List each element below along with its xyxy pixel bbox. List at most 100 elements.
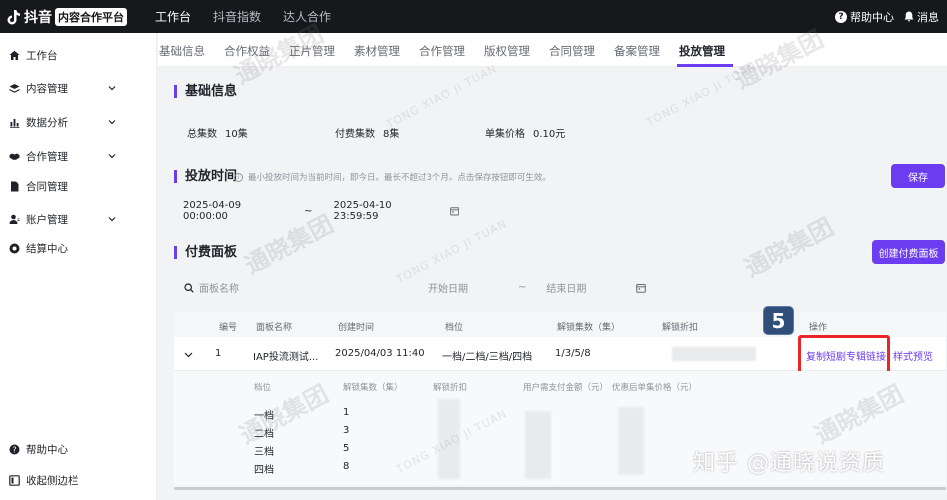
sidebar-item-contract[interactable]: 合同管理 (0, 175, 157, 197)
start-date-placeholder[interactable]: 开始日期 (428, 280, 468, 295)
tab-episodes[interactable]: 正片管理 (289, 43, 335, 59)
paid-panel-title: 付费面板 (174, 246, 237, 259)
basic-info-title: 基础信息 (174, 85, 237, 98)
home-icon (9, 50, 20, 60)
logo-badge: 内容合作平台 (55, 7, 127, 26)
col-discount: 解锁折扣 (662, 323, 699, 333)
main-content: 基础信息 总集数 10集 付费集数 8集 单集价格 0.10元 投放时间 i 最小投放… (158, 67, 947, 500)
handshake-icon (9, 153, 20, 160)
sidebar-item-label: 工作台 (26, 49, 58, 62)
sub-row-tier: 二档 (254, 429, 274, 440)
sub-col-episodes: 解锁集数（集） (343, 383, 403, 393)
chevron-down-icon[interactable] (184, 350, 193, 359)
calendar-icon (449, 207, 459, 216)
sidebar-collapse[interactable]: 收起侧边栏 (0, 469, 157, 491)
user-icon (9, 214, 20, 224)
topnav-creator-coop[interactable]: 达人合作 (283, 8, 331, 25)
top-nav: 工作台 抖音指数 达人合作 (155, 8, 353, 25)
topnav-workbench[interactable]: 工作台 (155, 8, 191, 25)
blurred-discount (672, 347, 756, 361)
calendar-icon (636, 283, 647, 293)
panel-date-range[interactable]: 开始日期 ~ 结束日期 (419, 275, 656, 300)
chevron-down-icon (108, 86, 116, 91)
sub-row-eps: 8 (343, 461, 350, 472)
create-panel-button[interactable]: 创建付费面板 (872, 240, 945, 264)
douyin-logo-icon (6, 9, 20, 25)
document-icon (11, 181, 19, 191)
panel-name-search[interactable]: 面板名称 (174, 275, 411, 300)
sidebar-item-label: 账户管理 (26, 213, 68, 226)
sub-col-amount: 用户需支付金额（元） (523, 383, 609, 393)
blurred-amount-column (525, 411, 551, 479)
zhihu-watermark: 知乎 @通晓说资质 (693, 451, 885, 476)
horizontal-scrollbar[interactable] (174, 487, 946, 490)
paid-episodes: 付费集数 8集 (335, 129, 400, 140)
date-separator: ~ (518, 282, 527, 293)
col-name: 面板名称 (256, 323, 293, 333)
schedule-date-range[interactable]: 2025-04-09 00:00:00 ~ 2025-04-10 23:59:5… (174, 199, 459, 223)
sidebar-help-label: 帮助中心 (26, 443, 68, 456)
top-right: ? 帮助中心 消息 (825, 9, 939, 25)
save-button[interactable]: 保存 (891, 164, 945, 188)
sidebar-collapse-label: 收起侧边栏 (26, 474, 79, 487)
schedule-hint: i 最小投放时间为当前时间，即今日。最长不超过3个月。点击保存按钮即可生效。 (234, 171, 551, 183)
sidebar-item-label: 结算中心 (26, 242, 68, 255)
tab-delivery[interactable]: 投放管理 (679, 43, 725, 59)
row-tiers: 一档/二档/三档/四档 (442, 352, 533, 363)
row-id: 1 (215, 348, 222, 359)
col-actions: 操作 (809, 323, 828, 333)
sidebar-item-label: 合作管理 (26, 150, 68, 163)
logo[interactable]: 抖音 内容合作平台 (6, 7, 127, 27)
blurred-discount-column (438, 399, 460, 479)
sidebar-item-label: 内容管理 (26, 82, 68, 95)
sidebar-item-label: 数据分析 (26, 116, 68, 129)
tab-materials[interactable]: 素材管理 (354, 43, 400, 59)
tab-cooperation[interactable]: 合作管理 (419, 43, 465, 59)
schedule-start[interactable]: 2025-04-09 00:00:00 (183, 200, 282, 222)
sub-row-eps: 5 (343, 443, 350, 454)
row-episodes: 1/3/5/8 (555, 348, 591, 359)
tab-rights[interactable]: 合作权益 (224, 43, 270, 59)
schedule-end[interactable]: 2025-04-10 23:59:59 (334, 200, 433, 222)
bell-icon (904, 11, 914, 22)
row-name: IAP投流测试... (253, 352, 319, 363)
top-bar: 抖音 内容合作平台 工作台 抖音指数 达人合作 ? 帮助中心 消息 (0, 0, 947, 33)
sidebar-item-content[interactable]: 内容管理 (0, 77, 157, 99)
sidebar-item-label: 合同管理 (26, 180, 68, 193)
question-icon: ? (835, 10, 847, 23)
schedule-title: 投放时间 (174, 170, 237, 183)
sidebar-item-settlement[interactable]: 结算中心 (0, 237, 157, 259)
chevron-down-icon (108, 217, 116, 222)
sub-row-tier: 三档 (254, 447, 274, 458)
tab-contract[interactable]: 合同管理 (549, 43, 595, 59)
sidebar-item-analytics[interactable]: 数据分析 (0, 111, 157, 133)
col-created: 创建时间 (338, 323, 375, 333)
episode-price: 单集价格 0.10元 (485, 129, 566, 140)
end-date-placeholder[interactable]: 结束日期 (546, 280, 586, 295)
coin-icon (9, 243, 20, 253)
sidebar-help-center[interactable]: ? 帮助中心 (0, 438, 157, 460)
tab-filing[interactable]: 备案管理 (614, 43, 660, 59)
tab-copyright[interactable]: 版权管理 (484, 43, 530, 59)
message-link[interactable]: 消息 (904, 9, 939, 25)
topnav-douyin-index[interactable]: 抖音指数 (213, 8, 261, 25)
blurred-price-column (618, 407, 644, 475)
style-preview-button[interactable]: 样式预览 (893, 348, 933, 363)
total-episodes: 总集数 10集 (187, 129, 248, 140)
logo-text: 抖音 (24, 9, 52, 26)
sub-col-unit-price: 优惠后单集价格（元） (612, 383, 698, 393)
tab-basic-info[interactable]: 基础信息 (159, 43, 205, 59)
chevron-down-icon (108, 120, 116, 125)
sidebar-item-account[interactable]: 账户管理 (0, 208, 157, 230)
col-episodes: 解锁集数（集） (557, 323, 621, 333)
sub-col-tier: 档位 (254, 383, 272, 393)
sub-row-eps: 3 (343, 425, 350, 436)
help-center-link[interactable]: ? 帮助中心 (835, 9, 894, 25)
step-badge: 5 (763, 306, 794, 335)
sub-row-tier: 一档 (254, 411, 274, 422)
sidebar-item-workbench[interactable]: 工作台 (0, 44, 157, 66)
search-placeholder: 面板名称 (199, 284, 239, 295)
sub-row-eps: 1 (343, 407, 350, 418)
help-center-label: 帮助中心 (850, 10, 894, 24)
sidebar-item-cooperation[interactable]: 合作管理 (0, 145, 157, 167)
